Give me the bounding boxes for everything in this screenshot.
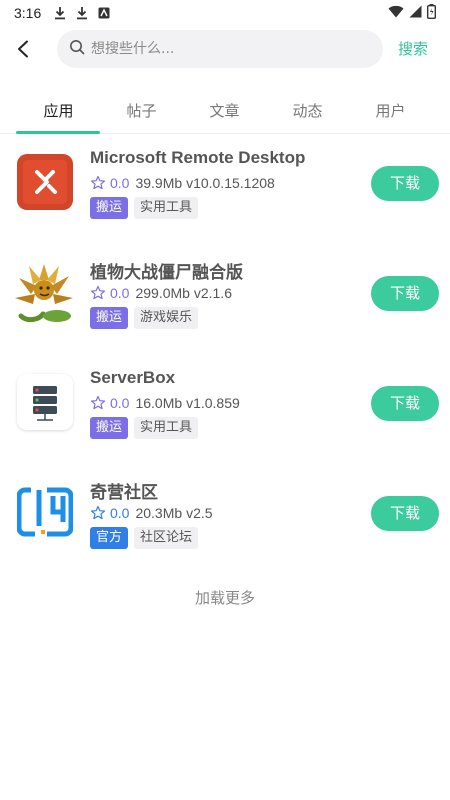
app-size: 39.9Mb: [135, 175, 183, 191]
app-rating: 0.0: [110, 175, 130, 191]
source-tag: 搬运: [90, 417, 129, 439]
app-name: 奇营社区: [90, 483, 158, 502]
search-button[interactable]: 搜索: [398, 38, 428, 59]
star-icon: [90, 505, 106, 521]
wifi-icon: [388, 5, 404, 22]
download-icon: [53, 5, 67, 21]
app-list-item[interactable]: 植物大战僵尸融合版 0.0 299.0Mb v2.1.6 搬运 游戏娱乐 下载: [0, 254, 450, 354]
app-size: 16.0Mb: [135, 395, 183, 411]
app-rating: 0.0: [110, 505, 130, 521]
app-tags: 搬运 实用工具: [90, 417, 199, 439]
app-tags: 官方 社区论坛: [90, 527, 199, 549]
app-version: v2.5: [186, 505, 213, 521]
category-tag: 游戏娱乐: [134, 307, 199, 329]
tab-bar: 应用 帖子 文章 动态 用户: [0, 88, 450, 134]
app-meta: 0.0 39.9Mb v10.0.15.1208: [90, 175, 275, 191]
app-meta: 0.0 20.3Mb v2.5: [90, 505, 213, 521]
source-tag: 搬运: [90, 307, 129, 329]
back-button[interactable]: [10, 36, 36, 62]
app-name: 植物大战僵尸融合版: [90, 263, 243, 282]
app-name: Microsoft Remote Desktop: [90, 148, 306, 167]
server-icon: [17, 374, 73, 430]
tab-posts[interactable]: 帖子: [100, 100, 183, 121]
remote-desktop-icon: [17, 154, 73, 210]
star-icon: [90, 395, 106, 411]
source-tag: 搬运: [90, 197, 129, 219]
app-name: ServerBox: [90, 368, 176, 387]
signal-icon: [409, 5, 422, 22]
app-rating: 0.0: [110, 395, 130, 411]
tab-users[interactable]: 用户: [349, 100, 432, 121]
category-tag: 社区论坛: [134, 527, 199, 549]
tab-indicator: [16, 131, 100, 134]
search-input[interactable]: [91, 41, 361, 57]
back-arrow-icon: [18, 40, 28, 58]
download-button[interactable]: 下载: [371, 496, 439, 531]
app-list-item[interactable]: 奇营社区 0.0 20.3Mb v2.5 官方 社区论坛 下载: [0, 474, 450, 574]
community-icon: [17, 484, 73, 540]
star-icon: [90, 285, 106, 301]
app-tags: 搬运 实用工具: [90, 197, 199, 219]
app-list-item[interactable]: Microsoft Remote Desktop 0.0 39.9Mb v10.…: [0, 144, 450, 244]
app-rating: 0.0: [110, 285, 130, 301]
load-more-button[interactable]: 加载更多: [0, 587, 450, 608]
app-version: v10.0.15.1208: [186, 175, 275, 191]
app-version: v2.1.6: [193, 285, 232, 301]
app-meta: 0.0 299.0Mb v2.1.6: [90, 285, 232, 301]
source-tag: 官方: [90, 527, 129, 549]
battery-icon: [426, 3, 436, 23]
download-icon: [75, 5, 89, 21]
download-button[interactable]: 下载: [371, 276, 439, 311]
app-size: 20.3Mb: [135, 505, 183, 521]
category-tag: 实用工具: [134, 417, 199, 439]
app-size: 299.0Mb: [135, 285, 190, 301]
tab-feeds[interactable]: 动态: [266, 100, 349, 121]
app-meta: 0.0 16.0Mb v1.0.859: [90, 395, 240, 411]
download-button[interactable]: 下载: [371, 386, 439, 421]
app-version: v1.0.859: [186, 395, 240, 411]
status-bar: 3:16: [0, 0, 450, 26]
app-list-item[interactable]: ServerBox 0.0 16.0Mb v1.0.859 搬运 实用工具 下载: [0, 364, 450, 464]
search-box[interactable]: [57, 30, 383, 68]
search-header: 搜索: [0, 28, 450, 72]
plant-icon: [11, 258, 77, 326]
status-time: 3:16: [14, 5, 42, 21]
star-icon: [90, 175, 106, 191]
app-notification-icon: [97, 5, 111, 21]
search-icon: [69, 39, 85, 59]
category-tag: 实用工具: [134, 197, 199, 219]
app-tags: 搬运 游戏娱乐: [90, 307, 199, 329]
tab-apps[interactable]: 应用: [17, 100, 100, 121]
download-button[interactable]: 下载: [371, 166, 439, 201]
tab-articles[interactable]: 文章: [183, 100, 266, 121]
